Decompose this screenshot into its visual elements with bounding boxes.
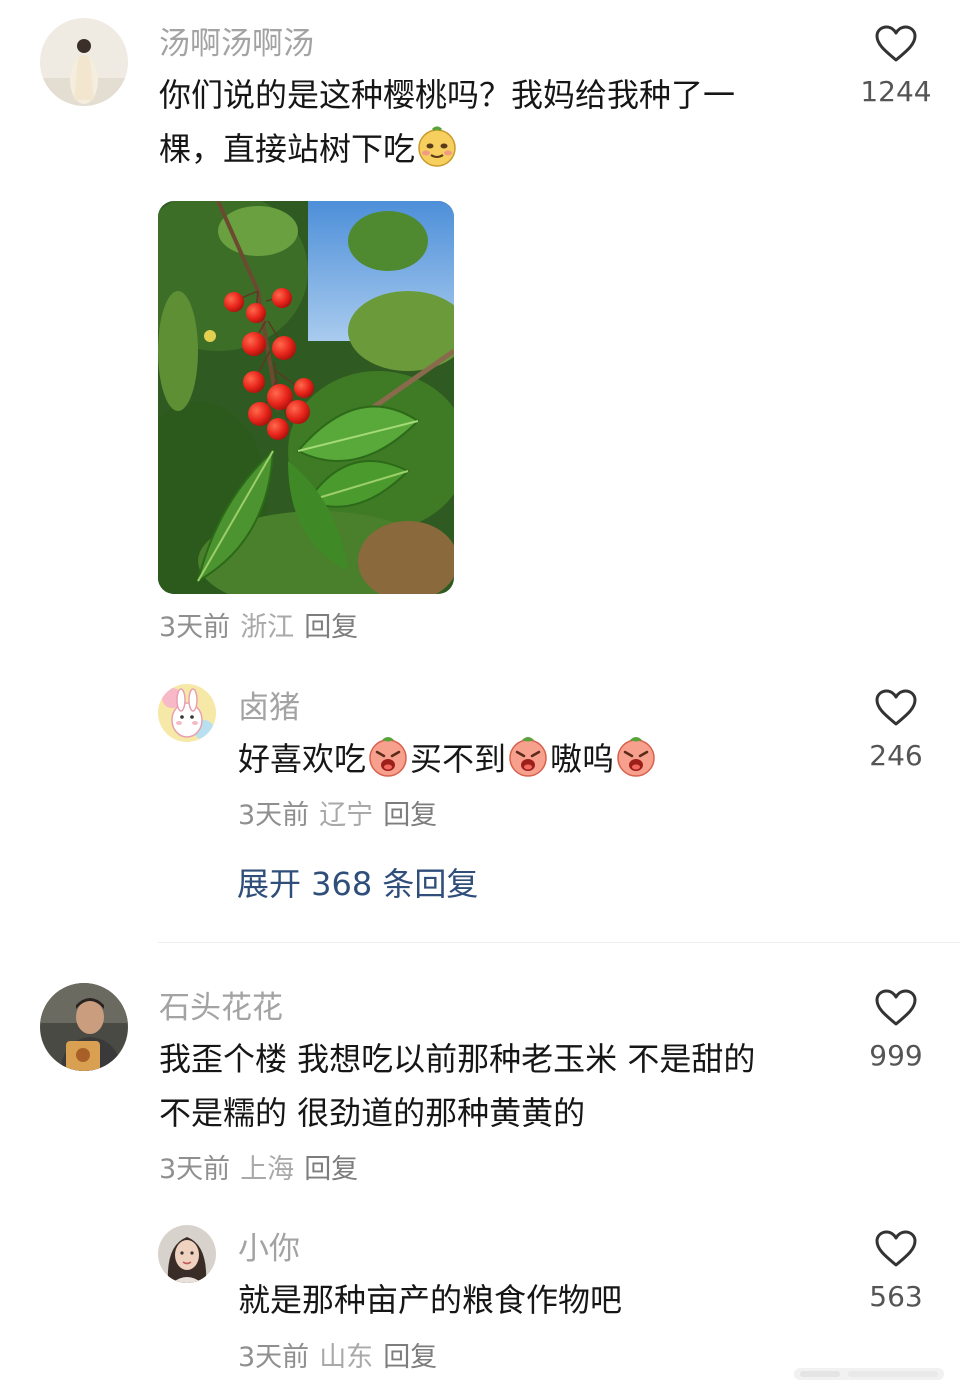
comment-text: 好喜欢吃 买不到 嗷呜 (238, 732, 838, 794)
like-button[interactable]: 246 (841, 688, 951, 774)
comment-text-segment: 好喜欢吃 (238, 740, 367, 778)
like-button[interactable]: 999 (841, 988, 951, 1074)
comment-time: 3天前 (238, 800, 310, 831)
comment-photo[interactable] (158, 201, 454, 594)
comment-meta: 3天前 浙江 回复 (159, 610, 358, 646)
comment-meta: 3天前 辽宁 回复 (238, 798, 437, 834)
comment-meta: 3天前 山东 回复 (238, 1340, 437, 1376)
reply-button[interactable]: 回复 (383, 800, 437, 831)
comment-time: 3天前 (238, 1342, 310, 1373)
comment-text-line: 我歪个楼 我想吃以前那种老玉米 不是甜的 (159, 1040, 756, 1078)
watermark-logo (790, 1362, 950, 1386)
comment-username[interactable]: 石头花花 (159, 988, 283, 1028)
like-count: 1244 (860, 75, 932, 108)
comment-text: 我歪个楼 我想吃以前那种老玉米 不是甜的 不是糯的 很劲道的那种黄黄的 (159, 1032, 839, 1140)
comment-username[interactable]: 卤猪 (238, 688, 300, 728)
comment-text-segment: 嗷呜 (550, 740, 615, 778)
comment-time: 3天前 (159, 612, 231, 643)
like-count: 999 (869, 1039, 923, 1072)
crying-peach-icon (506, 734, 550, 794)
avatar[interactable] (40, 18, 128, 106)
like-button[interactable]: 1244 (841, 24, 951, 110)
comment-text-line: 你们说的是这种樱桃吗？我妈给我种了一 (159, 76, 736, 114)
comment-location: 辽宁 (319, 800, 374, 831)
comment-text-line: 棵，直接站树下吃 (159, 122, 819, 184)
expand-replies-link[interactable]: 展开 368 条回复 (237, 862, 478, 906)
comment-time: 3天前 (159, 1154, 231, 1185)
crying-peach-icon (366, 734, 410, 794)
comment-location: 浙江 (240, 612, 295, 643)
reply-button[interactable]: 回复 (304, 612, 358, 643)
reply-button[interactable]: 回复 (383, 1342, 437, 1373)
like-count: 563 (869, 1280, 923, 1313)
smirk-face-emoji-icon (415, 124, 459, 184)
crying-peach-icon (614, 734, 658, 794)
comment-text-segment: 棵，直接站树下吃 (159, 130, 416, 168)
comment-text-segment: 买不到 (410, 740, 507, 778)
heart-icon (875, 689, 917, 726)
comment-text-line: 就是那种亩产的粮食作物吧 (238, 1281, 623, 1319)
like-count: 246 (869, 739, 923, 772)
heart-icon (875, 25, 917, 62)
avatar[interactable] (158, 684, 216, 742)
comment-location: 上海 (240, 1154, 295, 1185)
heart-icon (875, 989, 917, 1026)
comment-text: 就是那种亩产的粮食作物吧 (238, 1273, 838, 1327)
avatar[interactable] (40, 983, 128, 1071)
comment-location: 山东 (319, 1342, 374, 1373)
avatar[interactable] (158, 1225, 216, 1283)
divider (158, 942, 960, 943)
heart-icon (875, 1230, 917, 1267)
comment-text-line: 不是糯的 很劲道的那种黄黄的 (159, 1094, 586, 1132)
comment-username[interactable]: 小你 (238, 1229, 300, 1269)
reply-button[interactable]: 回复 (304, 1154, 358, 1185)
comment-text: 你们说的是这种樱桃吗？我妈给我种了一 棵，直接站树下吃 (159, 68, 819, 184)
like-button[interactable]: 563 (841, 1229, 951, 1315)
comment-meta: 3天前 上海 回复 (159, 1152, 358, 1188)
comment-username[interactable]: 汤啊汤啊汤 (159, 24, 314, 64)
